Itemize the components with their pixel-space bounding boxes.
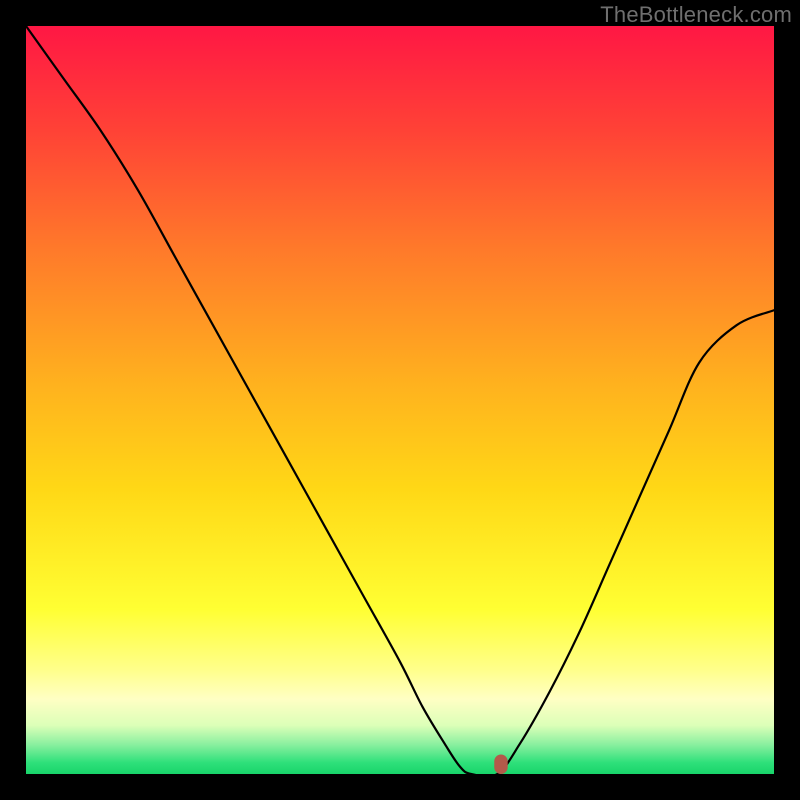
chart-plot — [26, 26, 774, 774]
watermark-label: TheBottleneck.com — [600, 2, 792, 28]
optimal-point-marker — [494, 755, 507, 774]
chart-frame: TheBottleneck.com — [0, 0, 800, 800]
chart-svg — [26, 26, 774, 774]
